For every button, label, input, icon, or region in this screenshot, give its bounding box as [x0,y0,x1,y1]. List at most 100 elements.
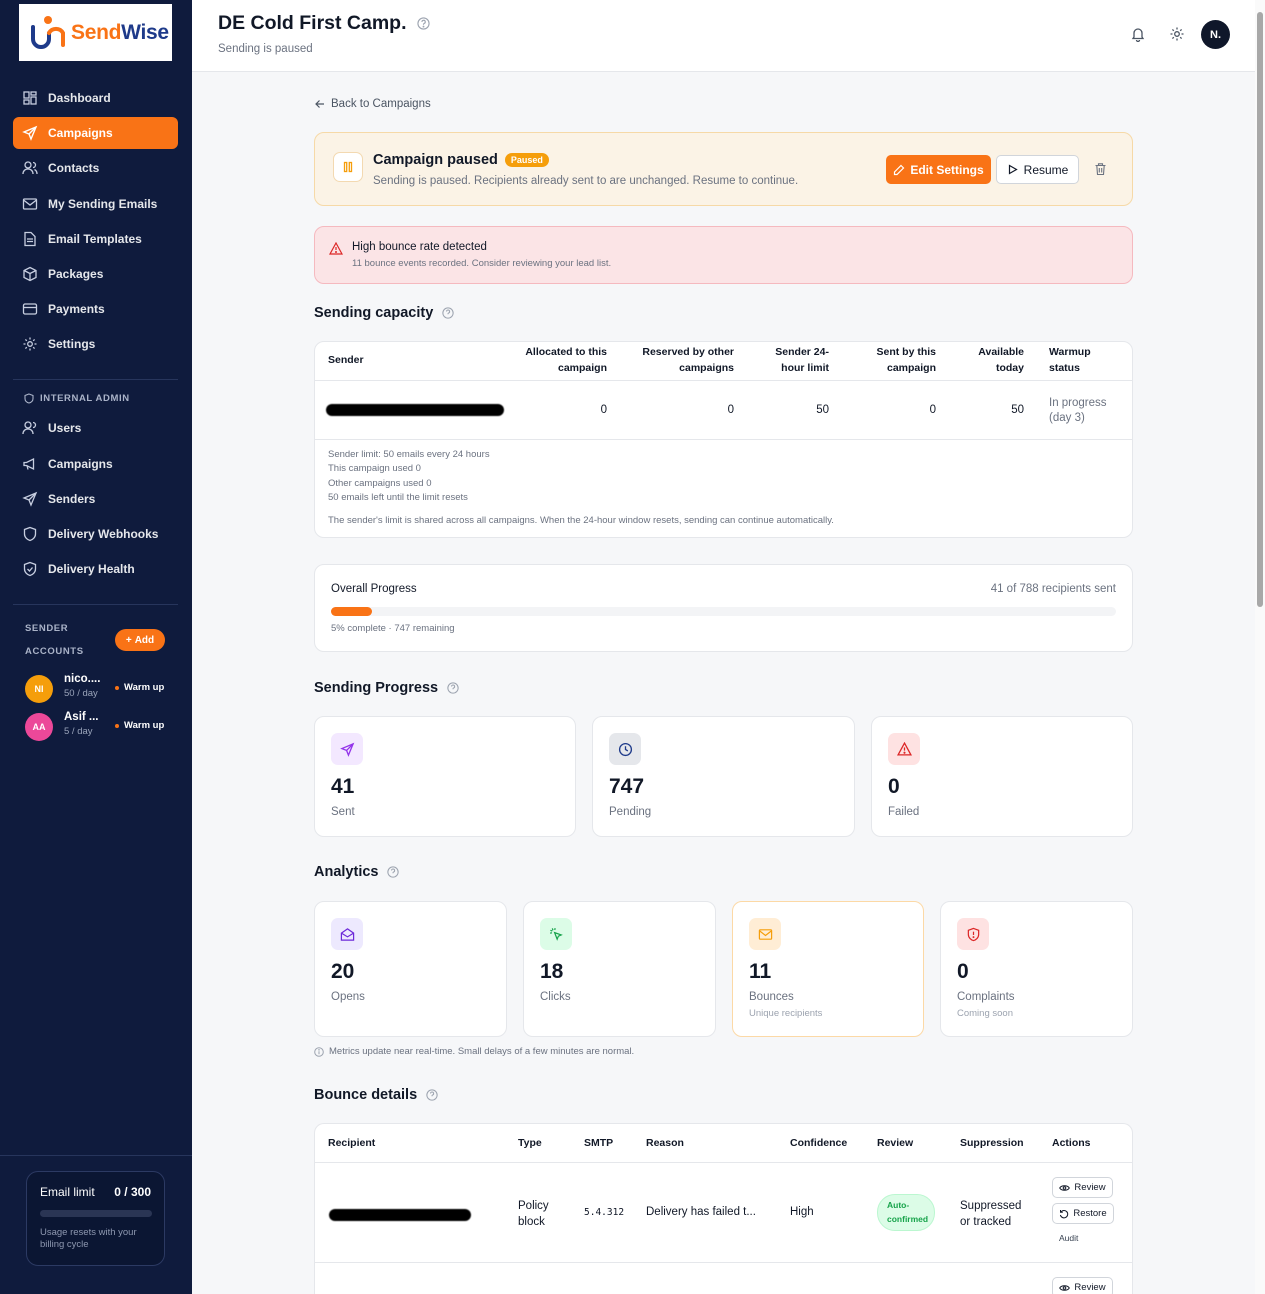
send-icon [331,733,363,765]
column-confidence: Confidence [790,1137,848,1149]
play-icon [1008,164,1018,175]
account-rate: 5 / day [64,726,93,737]
help-icon[interactable] [447,682,459,694]
clicks-stat-card: 18 Clicks [523,901,716,1037]
stat-label: Pending [609,806,652,818]
help-icon[interactable] [416,17,430,30]
user-avatar[interactable]: N. [1201,20,1230,49]
review-button[interactable]: Review [1052,1277,1113,1294]
high-bounce-alert: High bounce rate detected 11 bounce even… [314,226,1133,284]
sidebar-item-payments[interactable]: Payments [13,293,178,325]
column-allocated: Allocated to this campaign [525,346,607,374]
sidebar-item-label: My Sending Emails [48,197,158,211]
rotate-ccw-icon [1060,1209,1069,1218]
sender-account-item[interactable]: NI nico.... 50 / day Warm up [25,673,175,707]
stat-sublabel: Coming soon [957,1008,1013,1019]
sidebar-item-email-templates[interactable]: Email Templates [13,223,178,255]
shield-alert-icon [957,918,989,950]
email-limit-bar [40,1210,152,1217]
sidebar-item-dashboard[interactable]: Dashboard [13,82,178,114]
shield-icon [23,526,37,542]
column-type: Type [518,1137,542,1149]
admin-item-delivery-webhooks[interactable]: Delivery Webhooks [13,518,178,550]
stat-value: 0 [957,960,969,983]
sidebar-item-packages[interactable]: Packages [13,258,178,290]
gear-icon [23,337,37,351]
stat-label: Sent [331,806,355,818]
stat-label: Failed [888,806,920,818]
arrow-left-icon [315,100,324,108]
sidebar-item-campaigns[interactable]: Campaigns [13,117,178,149]
analytics-heading: Analytics [314,864,400,880]
avatar: AA [25,713,53,741]
admin-item-campaigns[interactable]: Campaigns [13,448,178,480]
admin-item-senders[interactable]: Senders [13,483,178,515]
help-icon[interactable] [426,1089,438,1101]
redacted-recipient [329,1209,471,1221]
admin-item-users[interactable]: Users [13,412,178,444]
column-actions: Actions [1052,1137,1091,1149]
bounce-reason: Delivery has failed t... [646,1206,756,1218]
sending-progress-heading: Sending Progress [314,680,459,696]
clock-icon [609,733,641,765]
package-icon [23,266,37,282]
sidebar-divider [13,604,178,605]
alert-text: 11 bounce events recorded. Consider revi… [352,258,612,269]
help-icon[interactable] [387,866,400,878]
scrollbar-thumb[interactable] [1257,12,1263,607]
stat-label: Clicks [540,991,571,1003]
progress-detail: 5% complete · 747 remaining [331,623,455,634]
account-name: Asif ... [64,711,99,723]
page-scrollbar[interactable] [1255,0,1265,1294]
sidebar-item-contacts[interactable]: Contacts [13,152,178,184]
trash-icon[interactable] [1094,162,1107,176]
failed-stat-card: 0 Failed [871,716,1133,837]
info-icon [314,1046,324,1057]
resume-button[interactable]: Resume [996,155,1079,184]
avatar: NI [25,675,53,703]
back-label: Back to Campaigns [331,98,431,110]
status-dot-icon [115,723,119,728]
pause-icon [333,152,363,182]
review-status-badge: Auto-confirmed [877,1194,935,1231]
shield-icon [24,393,34,404]
restore-button[interactable]: Restore [1052,1203,1114,1224]
help-icon[interactable] [442,307,454,319]
add-sender-button[interactable]: + Add [115,629,165,651]
sidebar-item-label: Email Templates [48,232,142,246]
edit-settings-label: Edit Settings [910,162,984,177]
status-dot-icon [115,685,119,690]
column-sent: Sent by this campaign [876,346,936,374]
review-button[interactable]: Review [1052,1177,1113,1198]
stat-label: Bounces [749,991,794,1003]
sendwise-logo[interactable]: SendWise [19,4,172,61]
sidebar-item-label: Senders [48,492,96,506]
capacity-note: 50 emails left until the limit resets [328,492,468,503]
column-smtp: SMTP [584,1137,614,1149]
sender-account-item[interactable]: AA Asif ... 5 / day Warm up [25,711,175,745]
edit-settings-button[interactable]: Edit Settings [886,155,991,184]
column-reserved: Reserved by other campaigns [642,346,734,374]
bell-icon[interactable] [1130,26,1146,42]
sidebar-item-settings[interactable]: Settings [13,328,178,360]
column-suppression: Suppression [960,1137,1024,1149]
back-to-campaigns-link[interactable]: Back to Campaigns [314,98,431,110]
suppression-status: Suppressed or tracked [960,1200,1022,1228]
complaints-stat-card: 0 Complaints Coming soon [940,901,1133,1037]
sidebar-item-my-sending-emails[interactable]: My Sending Emails [13,188,178,220]
admin-item-delivery-health[interactable]: Delivery Health [13,553,178,585]
audit-link[interactable]: Audit [1059,1233,1078,1243]
gear-icon[interactable] [1169,26,1185,42]
account-name: nico.... [64,673,101,685]
bounce-type: Policy block [518,1200,549,1228]
column-review: Review [877,1137,914,1149]
overall-progress-card: Overall Progress 41 of 788 recipients se… [314,564,1133,652]
sidebar: SendWise Dashboard Campaigns Contacts My… [0,0,192,1294]
plus-icon: + [125,634,132,646]
file-icon [24,231,36,247]
status-badge: Paused [504,153,549,167]
paused-title: Campaign paused Paused [373,152,549,168]
megaphone-icon [23,457,35,471]
users-icon [22,421,37,435]
sidebar-item-label: Contacts [48,161,100,175]
